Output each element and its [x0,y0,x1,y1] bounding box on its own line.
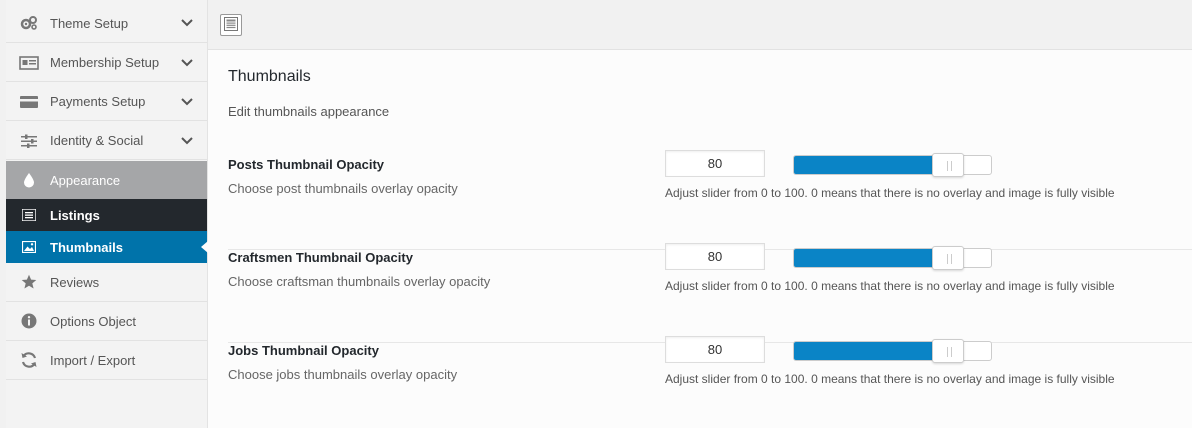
slider-fill [794,249,952,267]
field-subtitle: Choose craftsman thumbnails overlay opac… [228,274,491,289]
chevron-down-icon[interactable] [179,15,195,31]
list-icon [19,205,39,225]
sliders-icon [19,131,39,151]
sidebar-subitem-listings[interactable]: Listings [6,199,207,231]
sidebar-item-appearance[interactable]: Appearance [6,161,207,199]
slider-handle[interactable] [931,339,964,363]
slider-fill [794,342,952,360]
sidebar-item-membership-setup[interactable]: Membership Setup [6,44,207,82]
opacity-value-input[interactable] [665,243,765,270]
active-indicator [201,241,208,253]
sidebar-item-label: Appearance [50,172,121,188]
info-icon [19,311,39,331]
slider-handle[interactable] [931,246,964,270]
sidebar-item-options-object[interactable]: Options Object [6,302,207,341]
field-craftsmen-thumbnail-opacity: Craftsmen Thumbnail Opacity Choose craft… [228,243,1192,343]
chevron-down-icon[interactable] [179,94,195,110]
field-jobs-thumbnail-opacity: Jobs Thumbnail Opacity Choose jobs thumb… [228,336,1192,428]
field-help-text: Adjust slider from 0 to 100. 0 means tha… [665,279,1115,293]
opacity-value-input[interactable] [665,336,765,363]
opacity-slider[interactable] [793,339,992,363]
field-subtitle: Choose jobs thumbnails overlay opacity [228,367,458,382]
field-posts-thumbnail-opacity: Posts Thumbnail Opacity Choose post thum… [228,150,1192,250]
expand-options-button[interactable] [220,14,242,36]
layout-icon [224,16,238,34]
refresh-icon [19,350,39,370]
field-title: Posts Thumbnail Opacity [228,157,385,172]
chevron-down-icon[interactable] [179,55,195,71]
sidebar-item-label: Identity & Social [50,133,144,148]
options-header-bar [208,0,1192,50]
sidebar-item-payments-setup[interactable]: Payments Setup [6,83,207,121]
sidebar-item-label: Payments Setup [50,94,146,109]
section-description: Edit thumbnails appearance [228,104,390,119]
opacity-slider[interactable] [793,246,992,270]
id-card-icon [19,53,39,73]
slider-handle[interactable] [931,153,964,177]
sidebar-item-label: Theme Setup [50,15,129,31]
credit-card-icon [19,92,39,112]
image-icon [19,237,39,257]
field-subtitle: Choose post thumbnails overlay opacity [228,181,458,196]
slider-fill [794,156,952,174]
field-help-text: Adjust slider from 0 to 100. 0 means tha… [665,372,1115,386]
sidebar-item-label: Thumbnails [50,239,123,255]
gears-icon [19,13,39,33]
sidebar-item-label: Options Object [50,313,136,329]
sidebar-item-label: Listings [50,207,100,223]
field-title: Jobs Thumbnail Opacity [228,343,379,358]
options-main-panel: Thumbnails Edit thumbnails appearance Po… [208,50,1192,428]
drop-icon [19,170,39,190]
sidebar-item-label: Import / Export [50,352,136,368]
section-title: Thumbnails [228,68,311,85]
sidebar-item-label: Reviews [50,274,100,290]
sidebar-item-theme-setup[interactable]: Theme Setup [6,4,207,43]
sidebar-item-identity-social[interactable]: Identity & Social [6,122,207,160]
chevron-down-icon[interactable] [179,133,195,149]
sidebar-item-label: Membership Setup [50,55,160,70]
star-icon [19,272,39,292]
options-sidebar: Theme Setup Membership Setup Payments Se… [6,0,208,428]
opacity-slider[interactable] [793,153,992,177]
field-help-text: Adjust slider from 0 to 100. 0 means tha… [665,186,1115,200]
opacity-value-input[interactable] [665,150,765,177]
sidebar-subitem-thumbnails[interactable]: Thumbnails [6,231,208,263]
sidebar-item-reviews[interactable]: Reviews [6,263,207,302]
field-title: Craftsmen Thumbnail Opacity [228,250,413,265]
sidebar-item-import-export[interactable]: Import / Export [6,341,207,380]
